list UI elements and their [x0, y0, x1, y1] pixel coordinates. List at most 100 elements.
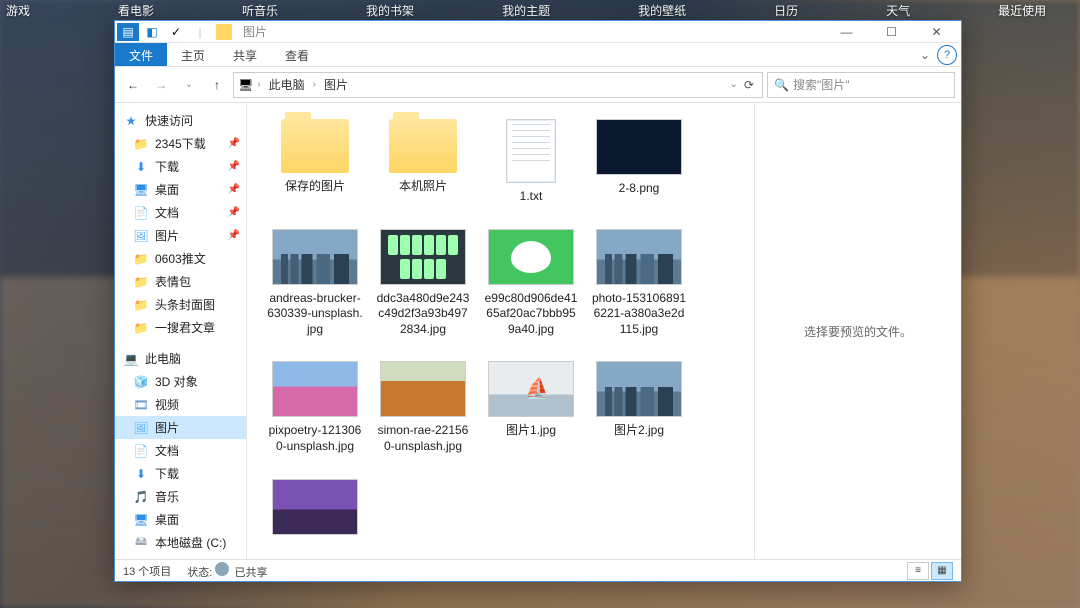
- desktop-menu-item[interactable]: 日历: [774, 2, 798, 16]
- sidebar-item[interactable]: ⬇下载: [115, 462, 246, 485]
- dl-icon: ⬇: [133, 159, 149, 175]
- maximize-button[interactable]: ☐: [869, 21, 914, 43]
- sidebar-section-header[interactable]: ★快速访问: [115, 109, 246, 132]
- desktop-menu-item[interactable]: 我的壁纸: [638, 2, 686, 16]
- sidebar-item[interactable]: 📄文档📌: [115, 201, 246, 224]
- sidebar-section-header[interactable]: 💻此电脑: [115, 347, 246, 370]
- sidebar-item[interactable]: 📄文档: [115, 439, 246, 462]
- qat-separator: |: [189, 23, 211, 41]
- sidebar-item-label: 文档: [155, 442, 179, 459]
- sidebar-item-label: 头条封面图: [155, 296, 215, 313]
- file-item[interactable]: 1.txt: [483, 119, 579, 205]
- close-button[interactable]: ✕: [914, 21, 959, 43]
- pin-icon: 📌: [228, 184, 240, 195]
- statusbar: 13 个项目 状态: 已共享 ≡ ▦: [115, 559, 961, 581]
- ribbon-tab[interactable]: 查看: [271, 43, 323, 66]
- address-box[interactable]: 🖥 › 此电脑 › 图片 ⌄ ⟳: [233, 72, 763, 98]
- minimize-button[interactable]: —: [824, 21, 869, 43]
- vid-icon: 🎞: [133, 397, 149, 413]
- file-item[interactable]: 图片1.jpg: [483, 361, 579, 454]
- file-item[interactable]: pixpoetry-1213060-unsplash.jpg: [267, 361, 363, 454]
- pin-icon: 📌: [228, 138, 240, 149]
- sidebar-item[interactable]: 📁0603推文: [115, 247, 246, 270]
- file-item[interactable]: 2-8.png: [591, 119, 687, 205]
- file-thumbnail: [281, 119, 349, 173]
- sidebar-item[interactable]: 🎵音乐: [115, 485, 246, 508]
- desktop-menu-item[interactable]: 听音乐: [242, 2, 278, 16]
- file-item[interactable]: andreas-brucker-630339-unsplash.jpg: [267, 229, 363, 338]
- desk-icon: 🖥: [133, 182, 149, 198]
- sidebar-item-label: 视频: [155, 396, 179, 413]
- files-area[interactable]: 保存的图片 本机照片 1.txt 2-8.png andreas-brucker-630…: [247, 103, 755, 559]
- file-item[interactable]: e99c80d906de4165af20ac7bbb959a40.jpg: [483, 229, 579, 338]
- file-label: 2-8.png: [619, 181, 660, 197]
- ribbon-file[interactable]: 文件: [115, 43, 167, 66]
- sidebar-item[interactable]: 🖥桌面: [115, 508, 246, 531]
- sidebar-item[interactable]: 📁一搜君文章: [115, 316, 246, 339]
- search-input[interactable]: 🔍 搜索"图片": [767, 72, 955, 98]
- qat-icon-3[interactable]: ✓: [165, 23, 187, 41]
- sidebar-item-label: 2345下载: [155, 135, 206, 152]
- address-dropdown-icon[interactable]: ⌄: [730, 79, 738, 90]
- sidebar-item[interactable]: 📁表情包: [115, 270, 246, 293]
- file-thumbnail: [380, 229, 466, 285]
- sidebar-item[interactable]: 🧊3D 对象: [115, 370, 246, 393]
- view-details-button[interactable]: ≡: [907, 562, 929, 580]
- file-thumbnail: [389, 119, 457, 173]
- nav-recent-button[interactable]: ⌄: [177, 73, 201, 97]
- file-thumbnail: [272, 361, 358, 417]
- qat-icon-1[interactable]: ▤: [117, 23, 139, 41]
- sidebar-item-label: 3D 对象: [155, 373, 198, 390]
- file-item[interactable]: [267, 479, 363, 541]
- file-label: simon-rae-221560-unsplash.jpg: [375, 423, 471, 454]
- sidebar-item[interactable]: ⬇下载📌: [115, 155, 246, 178]
- explorer-window: ▤ ◧ ✓ | 图片 — ☐ ✕ 文件 主页共享查看 ⌄ ? ← → ⌄ ↑ 🖥…: [114, 20, 962, 582]
- sidebar-item-label: 新加卷 (E:): [155, 557, 214, 559]
- sidebar-item[interactable]: 🖼图片: [115, 416, 246, 439]
- sidebar-item-label: 图片: [155, 227, 179, 244]
- file-thumbnail: [506, 119, 556, 183]
- file-item[interactable]: 图片2.jpg: [591, 361, 687, 454]
- breadcrumb-current[interactable]: 图片: [320, 74, 352, 95]
- sidebar-item-label: 文档: [155, 204, 179, 221]
- view-icons-button[interactable]: ▦: [931, 562, 953, 580]
- desktop-menu-item[interactable]: 看电影: [118, 2, 154, 16]
- file-label: 保存的图片: [285, 179, 345, 195]
- file-item[interactable]: 保存的图片: [267, 119, 363, 205]
- file-item[interactable]: ddc3a480d9e243c49d2f3a93b4972834.jpg: [375, 229, 471, 338]
- file-item[interactable]: simon-rae-221560-unsplash.jpg: [375, 361, 471, 454]
- pin-icon: 📌: [228, 230, 240, 241]
- refresh-icon[interactable]: ⟳: [740, 78, 758, 92]
- sidebar-item[interactable]: 🖥桌面📌: [115, 178, 246, 201]
- file-thumbnail: [380, 361, 466, 417]
- nav-back-button[interactable]: ←: [121, 73, 145, 97]
- pc-icon: 🖥: [238, 78, 253, 92]
- file-label: e99c80d906de4165af20ac7bbb959a40.jpg: [483, 291, 579, 338]
- file-item[interactable]: photo-1531068916221-a380a3e2d115.jpg: [591, 229, 687, 338]
- folder-icon: 📁: [133, 320, 149, 336]
- ribbon-tab[interactable]: 共享: [219, 43, 271, 66]
- file-item[interactable]: 本机照片: [375, 119, 471, 205]
- search-icon: 🔍: [774, 78, 789, 92]
- ribbon-expand-icon[interactable]: ⌄: [915, 45, 935, 65]
- nav-up-button[interactable]: ↑: [205, 73, 229, 97]
- breadcrumb-root[interactable]: 此电脑: [265, 74, 309, 95]
- desktop-menu-item[interactable]: 最近使用: [998, 2, 1046, 16]
- sidebar-item[interactable]: 🎞 视频: [115, 393, 246, 416]
- qat-icon-2[interactable]: ◧: [141, 23, 163, 41]
- sidebar-item[interactable]: 📁2345下载📌: [115, 132, 246, 155]
- file-thumbnail: [596, 229, 682, 285]
- desktop-menu-item[interactable]: 游戏: [6, 2, 30, 16]
- desktop-menu-item[interactable]: 我的主题: [502, 2, 550, 16]
- sidebar-item[interactable]: 📁头条封面图: [115, 293, 246, 316]
- file-label: 1.txt: [520, 189, 543, 205]
- sidebar-item[interactable]: 🖼图片📌: [115, 224, 246, 247]
- sidebar-item[interactable]: 🖴新加卷 (E:): [115, 554, 246, 559]
- desktop-menu-item[interactable]: 天气: [886, 2, 910, 16]
- sidebar-item[interactable]: 🖴本地磁盘 (C:): [115, 531, 246, 554]
- nav-forward-button[interactable]: →: [149, 73, 173, 97]
- desktop-menu-item[interactable]: 我的书架: [366, 2, 414, 16]
- help-icon[interactable]: ?: [937, 45, 957, 65]
- file-label: photo-1531068916221-a380a3e2d115.jpg: [591, 291, 687, 338]
- ribbon-tab[interactable]: 主页: [167, 43, 219, 66]
